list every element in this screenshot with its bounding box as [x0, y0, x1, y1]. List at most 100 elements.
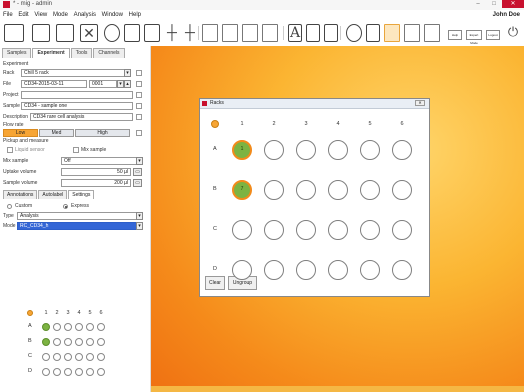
stepper-icon[interactable]: ▭	[133, 179, 142, 187]
mini-well[interactable]	[97, 353, 105, 361]
pause-icon[interactable]	[366, 24, 380, 42]
delete-icon[interactable]: ✕	[80, 24, 98, 42]
menu-edit[interactable]: Edit	[18, 10, 28, 20]
sample-id-lock-checkbox[interactable]	[136, 103, 142, 109]
acquire-icon[interactable]	[346, 24, 362, 42]
rack-well[interactable]	[264, 180, 284, 200]
type-select[interactable]: Analysis	[17, 212, 137, 220]
mini-well[interactable]	[53, 368, 61, 376]
ellipse-gate-icon[interactable]	[104, 24, 120, 42]
file-lock-checkbox[interactable]	[136, 81, 142, 87]
chevron-down-icon[interactable]: ▾	[136, 222, 143, 230]
uptake-volume-input[interactable]: 50 µl	[61, 168, 131, 176]
image-icon[interactable]	[306, 24, 320, 42]
mini-well[interactable]	[42, 353, 50, 361]
mini-well[interactable]	[75, 353, 83, 361]
project-input[interactable]	[21, 91, 133, 99]
minimize-button[interactable]: –	[470, 0, 486, 8]
rack-well[interactable]	[360, 140, 380, 160]
mini-well[interactable]	[75, 338, 83, 346]
mini-well[interactable]	[64, 323, 72, 331]
power-icon[interactable]: ⏻	[506, 24, 520, 42]
mode-select[interactable]: RC_CD34_h	[17, 222, 137, 230]
racks-close-button[interactable]: ✕	[415, 100, 425, 106]
tab-channels[interactable]: Channels	[93, 48, 125, 58]
tab-autolabel[interactable]: Autolabel	[38, 190, 68, 199]
project-lock-checkbox[interactable]	[136, 92, 142, 98]
mini-well[interactable]	[97, 323, 105, 331]
sample-volume-input[interactable]: 200 µl	[61, 179, 131, 187]
text-icon[interactable]: A	[288, 24, 302, 42]
tab-experiment[interactable]: Experiment	[32, 48, 70, 58]
mini-well[interactable]	[53, 353, 61, 361]
mini-well[interactable]	[53, 338, 61, 346]
flow-rate-lock-checkbox[interactable]	[136, 130, 142, 136]
mini-well[interactable]	[53, 323, 61, 331]
menu-window[interactable]: Window	[102, 10, 123, 20]
rack-well[interactable]	[328, 260, 348, 280]
mini-well[interactable]	[42, 338, 50, 346]
rack-well[interactable]	[264, 220, 284, 240]
tab-settings[interactable]: Settings	[68, 190, 95, 199]
mini-well[interactable]	[86, 323, 94, 331]
mini-well[interactable]	[86, 353, 94, 361]
rack-well[interactable]	[328, 180, 348, 200]
file-number-input[interactable]: 0001	[89, 80, 117, 88]
tab-annotations[interactable]: Annotations	[3, 190, 38, 199]
file-up-arrow-icon[interactable]: ▴	[124, 80, 131, 88]
worklist-icon[interactable]	[404, 24, 420, 42]
select-all-wells-button[interactable]	[211, 120, 219, 128]
rack-well[interactable]	[392, 260, 412, 280]
rack-well[interactable]	[296, 140, 316, 160]
select-all-wells-button[interactable]	[27, 310, 33, 316]
rack-well[interactable]	[264, 140, 284, 160]
rack-well[interactable]	[232, 220, 252, 240]
stepper-icon[interactable]: ▭	[133, 168, 142, 176]
chevron-down-icon[interactable]: ▾	[136, 157, 143, 165]
rack-well[interactable]	[328, 220, 348, 240]
mini-well[interactable]	[97, 338, 105, 346]
flow-rate-high[interactable]: High	[75, 129, 130, 137]
overlay-icon[interactable]	[242, 24, 258, 42]
mini-well[interactable]	[75, 323, 83, 331]
flow-rate-low[interactable]: Low	[3, 129, 38, 137]
expert-mode-button[interactable]: Expert Mode	[466, 30, 482, 45]
flow-rate-med[interactable]: Med	[39, 129, 74, 137]
mix-sample-checkbox[interactable]	[73, 147, 79, 153]
maximize-button[interactable]: □	[486, 0, 502, 8]
rack-well[interactable]	[296, 180, 316, 200]
mini-well[interactable]	[86, 368, 94, 376]
rack-select[interactable]: Chill 5 rack	[21, 69, 131, 77]
open-folder-icon[interactable]	[4, 24, 24, 42]
dotplot-icon[interactable]	[222, 24, 238, 42]
mini-well[interactable]	[64, 368, 72, 376]
rack-well[interactable]	[360, 180, 380, 200]
description-lock-checkbox[interactable]	[136, 114, 142, 120]
rack-well[interactable]	[264, 260, 284, 280]
express-radio[interactable]	[63, 204, 68, 209]
menu-file[interactable]: File	[3, 10, 13, 20]
mini-well[interactable]	[75, 368, 83, 376]
close-button[interactable]: ✕	[502, 0, 524, 8]
chevron-down-icon[interactable]: ▾	[124, 69, 131, 77]
label-icon[interactable]	[324, 24, 338, 42]
rack-well[interactable]: 1	[232, 140, 252, 160]
rectangle-gate-icon[interactable]	[124, 24, 140, 42]
rack-well[interactable]	[360, 260, 380, 280]
tab-samples[interactable]: Samples	[2, 48, 32, 58]
liquid-sensor-checkbox[interactable]	[7, 147, 13, 153]
rack-well[interactable]	[392, 220, 412, 240]
rack-well[interactable]	[232, 260, 252, 280]
histogram-icon[interactable]	[202, 24, 218, 42]
help-button[interactable]: Help	[448, 30, 462, 40]
menu-analysis[interactable]: Analysis	[74, 10, 96, 20]
mini-well[interactable]	[97, 368, 105, 376]
mix-speed-select[interactable]: Off	[61, 157, 137, 165]
rack-well[interactable]: 7	[232, 180, 252, 200]
menu-mode[interactable]: Mode	[53, 10, 68, 20]
description-input[interactable]: CD34 rare cell analysis	[30, 113, 133, 121]
mini-well[interactable]	[86, 338, 94, 346]
range-gate-icon[interactable]: ┼	[182, 24, 198, 42]
mini-well[interactable]	[64, 353, 72, 361]
clear-button[interactable]: Clear	[205, 276, 225, 290]
